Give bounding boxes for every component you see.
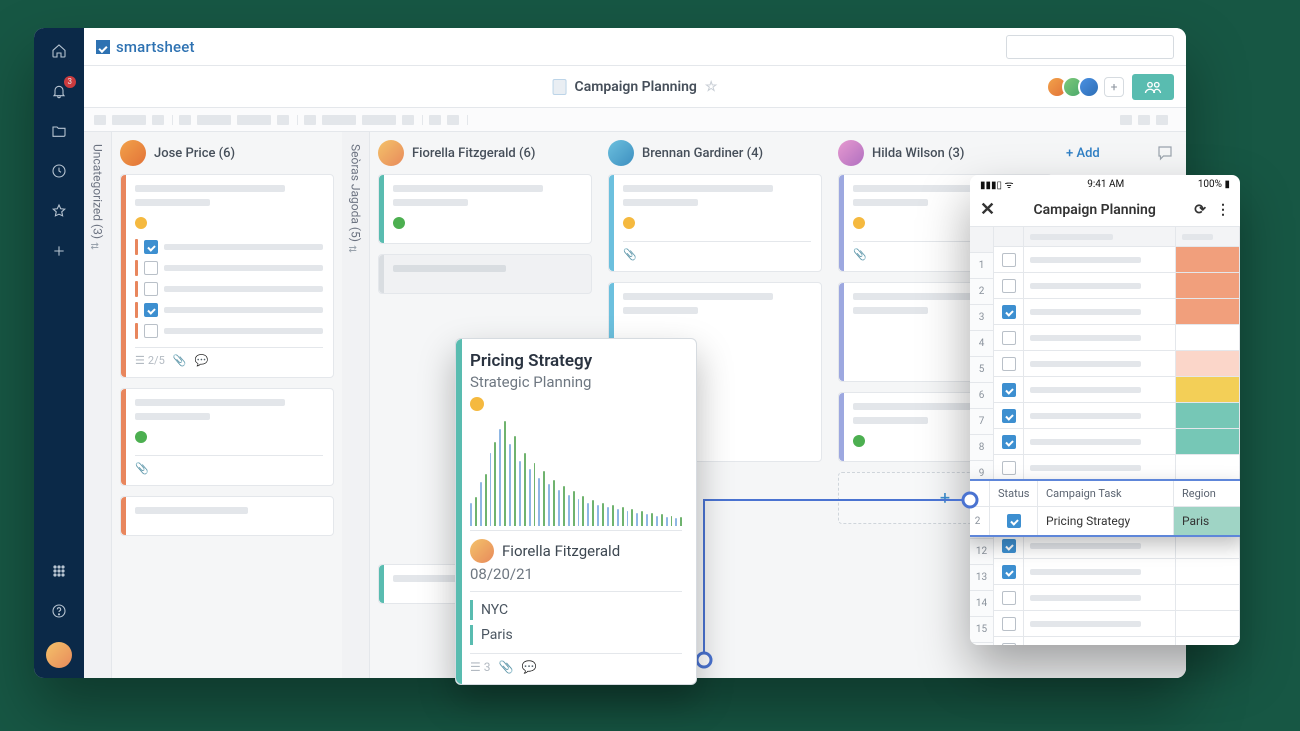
attachment-icon: 📎 xyxy=(623,248,637,261)
avatar xyxy=(838,140,864,166)
card[interactable]: ☰ 2/5 📎 💬 xyxy=(120,174,334,378)
lane-header[interactable]: Brennan Gardiner (4) xyxy=(608,132,822,174)
notifications-icon[interactable]: 3 xyxy=(50,82,68,100)
page-title: Campaign Planning xyxy=(575,79,697,95)
uncategorized-label: Uncategorized (3) xyxy=(91,144,105,239)
card[interactable]: 📎 xyxy=(120,388,334,486)
favorite-toggle-icon[interactable]: ☆ xyxy=(705,79,718,95)
add-icon[interactable] xyxy=(50,242,68,260)
account-avatar[interactable] xyxy=(46,642,72,668)
search-input[interactable] xyxy=(1006,35,1174,59)
mobile-col-region xyxy=(1176,227,1240,645)
lane-header[interactable]: Hilda Wilson (3) xyxy=(838,132,1052,174)
avatar xyxy=(378,140,404,166)
notification-badge: 3 xyxy=(64,76,77,88)
recents-icon[interactable] xyxy=(50,162,68,180)
more-icon[interactable]: ⋮ xyxy=(1216,202,1230,218)
mobile-statusbar: ▮▮▮▯ ᯤ 9:41 AM 100% ▮ xyxy=(970,175,1240,193)
uncategorized-lane[interactable]: Uncategorized (3) ⇄ xyxy=(84,132,112,678)
brand-logo[interactable]: smartsheet xyxy=(96,38,195,56)
mobile-preview: ▮▮▮▯ ᯤ 9:41 AM 100% ▮ ✕ Campaign Plannin… xyxy=(970,175,1240,645)
lane-title: Fiorella Fitzgerald (6) xyxy=(412,146,535,161)
mobile-col-task xyxy=(1024,227,1176,645)
top-bar: smartsheet xyxy=(84,28,1186,66)
mobile-header: ✕ Campaign Planning ⟳ ⋮ xyxy=(970,193,1240,227)
favorites-icon[interactable] xyxy=(50,202,68,220)
hl-head-task: Campaign Task xyxy=(1038,481,1174,506)
add-lane-label: + Add xyxy=(1066,146,1100,161)
hl-head-status: Status xyxy=(990,481,1038,506)
popup-tag: Paris xyxy=(470,625,682,645)
help-icon[interactable] xyxy=(50,602,68,620)
hl-region: Paris xyxy=(1174,507,1240,535)
title-row: Campaign Planning ☆ + xyxy=(84,66,1186,108)
hl-head-num xyxy=(970,481,990,506)
brand-name: smartsheet xyxy=(116,38,195,56)
swap-icon: ⇄ xyxy=(91,241,105,252)
mobile-battery: 100% ▮ xyxy=(1198,179,1230,190)
share-button[interactable] xyxy=(1132,74,1174,100)
sheet-icon xyxy=(553,79,567,95)
popup-date: 08/20/21 xyxy=(470,565,682,592)
close-icon[interactable]: ✕ xyxy=(980,199,995,220)
refresh-icon[interactable]: ⟳ xyxy=(1194,202,1206,218)
card[interactable] xyxy=(120,496,334,536)
signal-icon: ▮▮▮▯ ᯤ xyxy=(980,177,1014,191)
mobile-row-numbers: 12345678910111213141516 xyxy=(970,227,994,645)
attachment-icon: 📎 xyxy=(853,248,867,261)
popup-title: Pricing Strategy xyxy=(470,351,682,371)
attachment-icon: 📎 xyxy=(498,660,513,674)
attachment-icon: 📎 xyxy=(135,462,149,475)
mobile-highlighted-row[interactable]: Status Campaign Task Region 2 Pricing St… xyxy=(970,479,1240,537)
collapsed-lane-label: Seòras Jagoda (5) xyxy=(349,144,363,242)
owner-name: Fiorella Fitzgerald xyxy=(502,542,620,560)
lane-title: Brennan Gardiner (4) xyxy=(642,146,763,161)
hl-task: Pricing Strategy xyxy=(1038,507,1174,535)
status-dot-icon xyxy=(470,397,484,411)
popup-owner: Fiorella Fitzgerald xyxy=(470,539,682,563)
mobile-col-status xyxy=(994,227,1024,645)
checkbox-icon[interactable] xyxy=(1007,514,1021,528)
lane-title: Jose Price (6) xyxy=(154,146,235,161)
checklist-icon: ☰ 3 xyxy=(470,660,490,674)
collaborator-avatars[interactable]: + xyxy=(1046,76,1124,98)
card-detail-popup[interactable]: Pricing Strategy Strategic Planning Fior… xyxy=(455,338,697,685)
lane-title: Hilda Wilson (3) xyxy=(872,146,964,161)
lane-jose: Jose Price (6) xyxy=(112,132,342,678)
attachment-icon: 📎 xyxy=(173,354,187,367)
avatar xyxy=(608,140,634,166)
hl-head-region: Region xyxy=(1174,481,1240,506)
checklist-count-icon: ☰ 2/5 xyxy=(135,354,165,367)
format-toolbar xyxy=(84,108,1186,132)
avatar xyxy=(1078,76,1100,98)
card[interactable] xyxy=(378,174,592,244)
comment-icon: 💬 xyxy=(521,660,536,674)
more-collaborators-icon[interactable]: + xyxy=(1104,77,1124,97)
hl-row-num: 2 xyxy=(970,507,990,535)
home-icon[interactable] xyxy=(50,42,68,60)
logo-mark-icon xyxy=(96,40,110,54)
search-field[interactable] xyxy=(1013,39,1173,55)
mobile-time: 9:41 AM xyxy=(1087,179,1124,190)
lane-header[interactable]: Jose Price (6) xyxy=(120,132,334,174)
card[interactable] xyxy=(378,254,592,294)
left-nav: 3 xyxy=(34,28,84,678)
browse-icon[interactable] xyxy=(50,122,68,140)
card[interactable]: 📎 xyxy=(608,174,822,272)
comment-icon xyxy=(1156,144,1174,162)
comment-icon: 💬 xyxy=(194,354,208,367)
mobile-title: Campaign Planning xyxy=(1034,202,1156,218)
popup-subtitle: Strategic Planning xyxy=(470,373,682,391)
swap-icon: ⇄ xyxy=(349,244,363,255)
app-launcher-icon[interactable] xyxy=(50,562,68,580)
lane-header[interactable]: Fiorella Fitzgerald (6) xyxy=(378,132,592,174)
avatar xyxy=(120,140,146,166)
avatar xyxy=(470,539,494,563)
popup-chart xyxy=(470,421,682,531)
collapsed-lane[interactable]: Seòras Jagoda (5) ⇄ xyxy=(342,132,370,678)
popup-tag: NYC xyxy=(470,600,682,620)
